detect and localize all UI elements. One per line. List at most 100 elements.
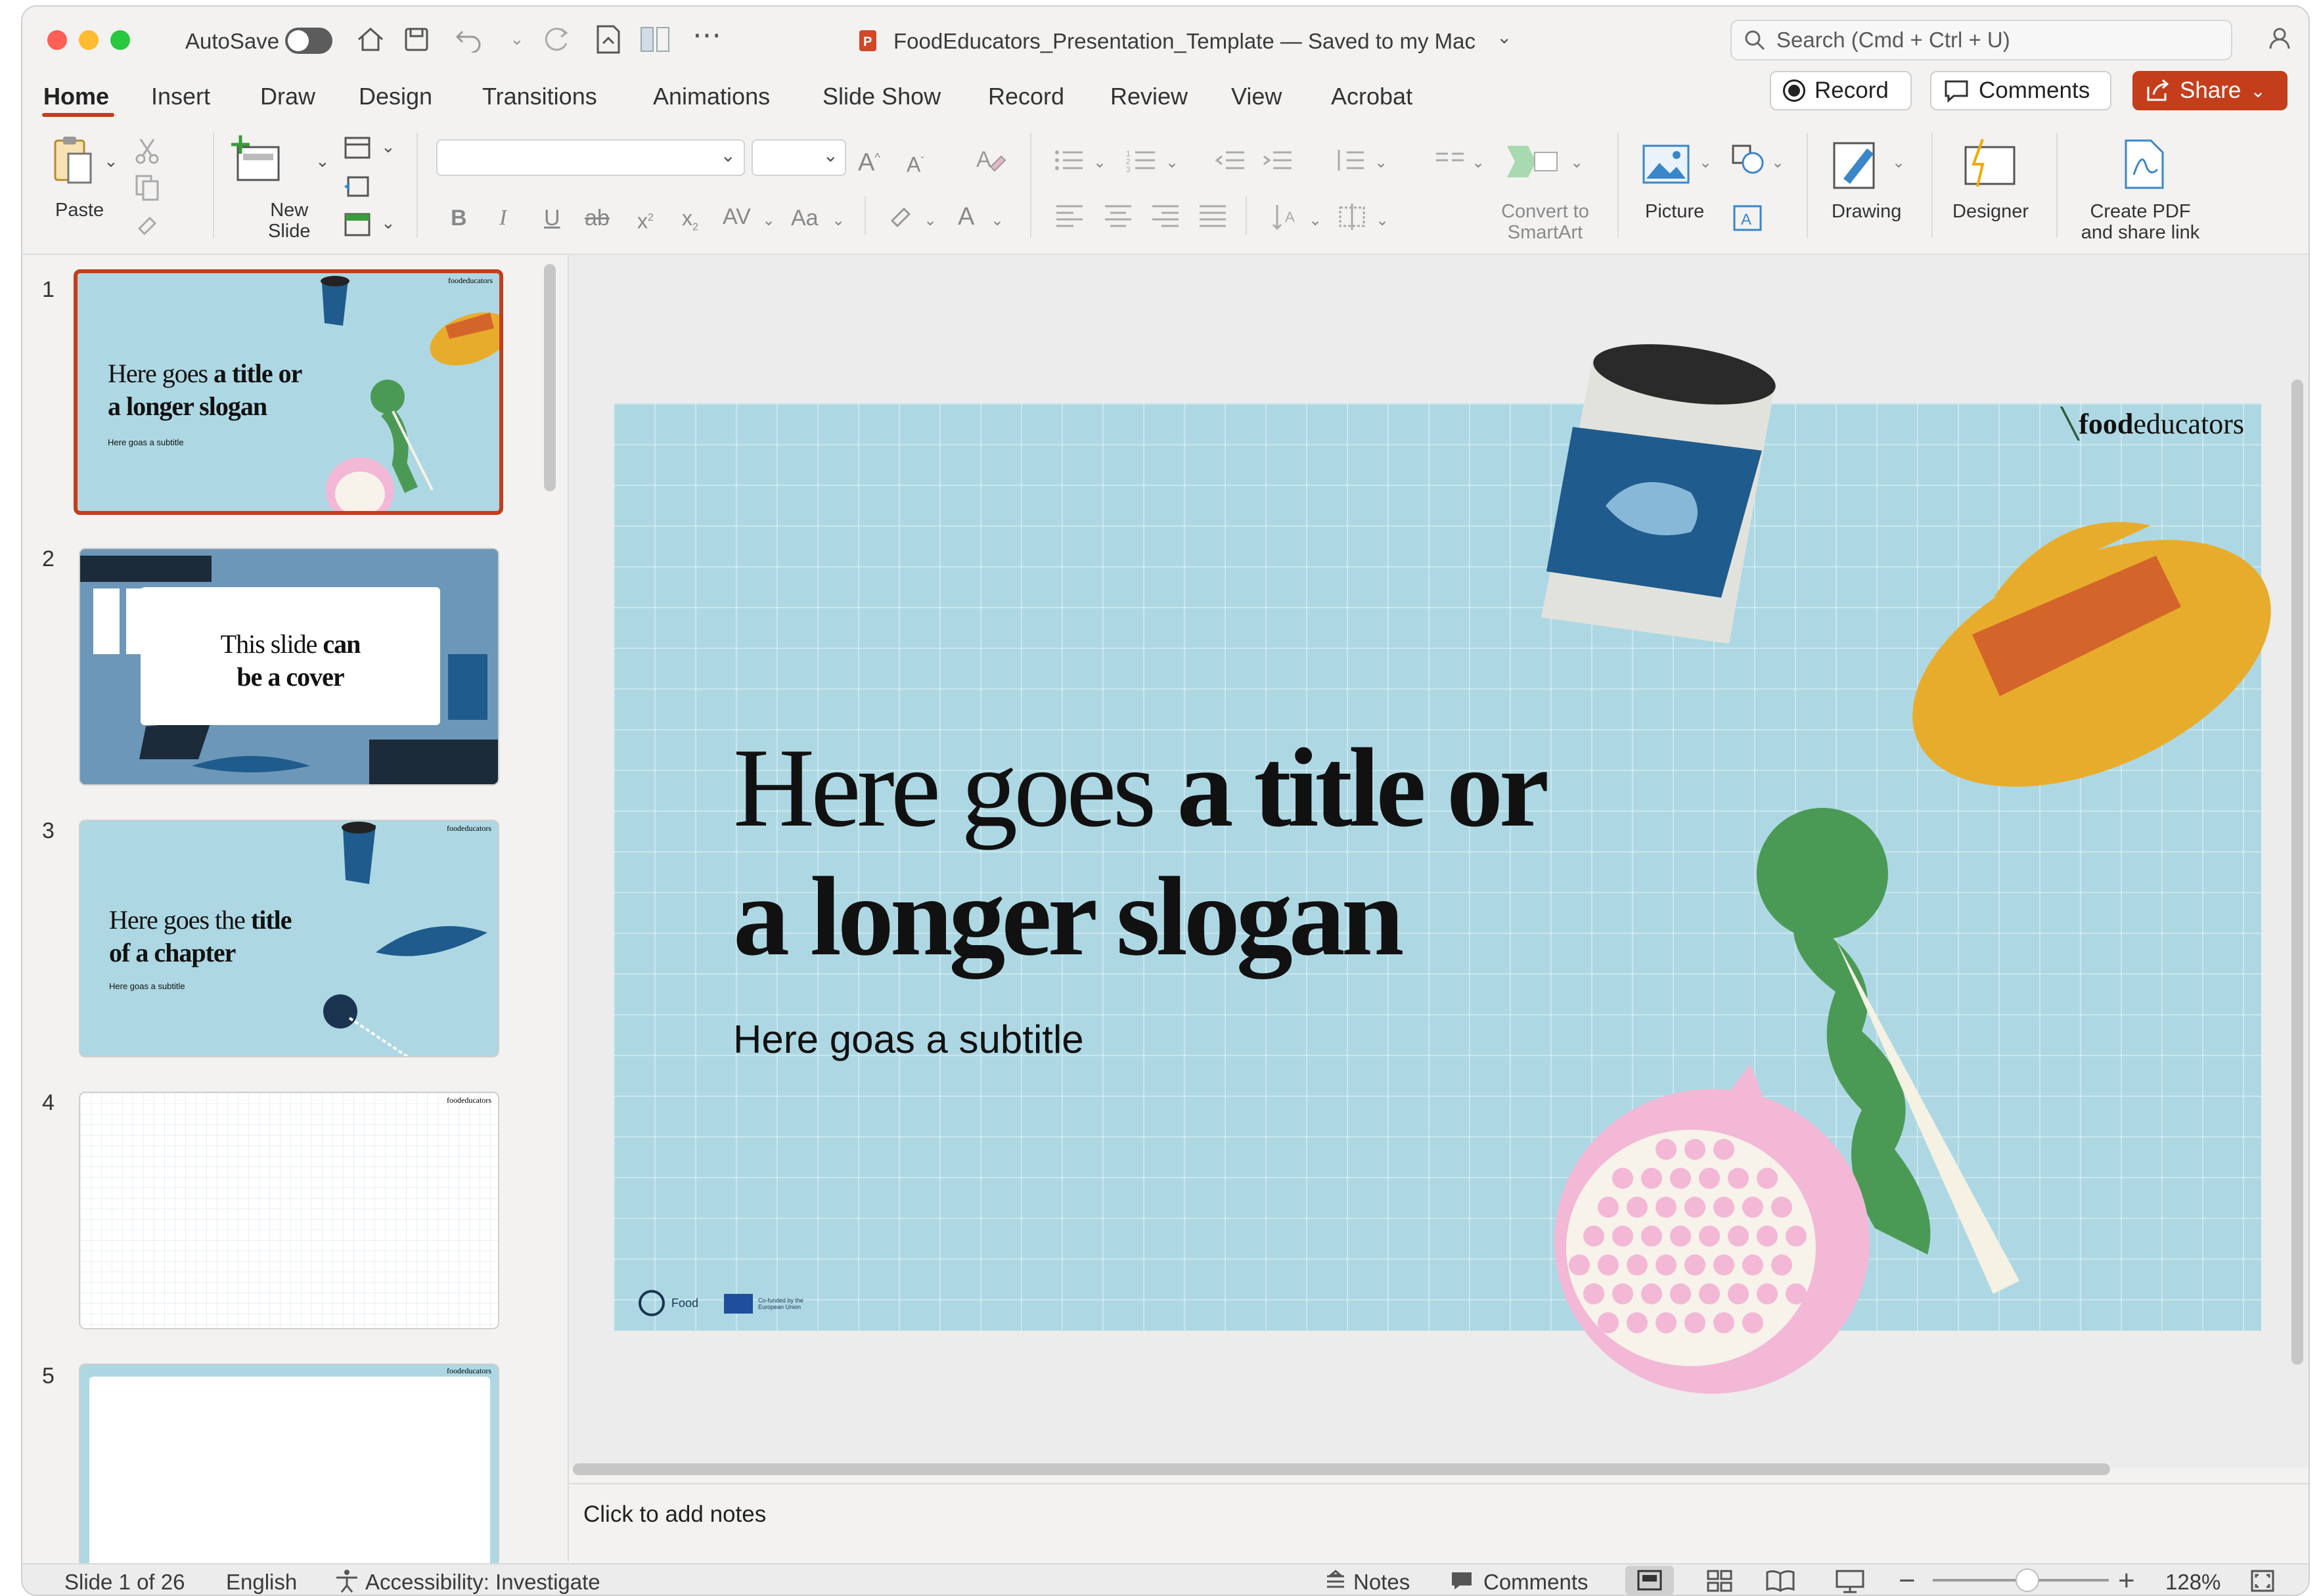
zoom-window-button[interactable]: [110, 30, 130, 50]
chevron-down-icon[interactable]: ⌄: [1771, 150, 1784, 176]
paste-icon[interactable]: [51, 134, 97, 187]
chevron-down-icon[interactable]: ⌄: [832, 208, 845, 234]
character-spacing-button[interactable]: AV: [723, 204, 751, 230]
chevron-down-icon[interactable]: ⌄: [1093, 150, 1106, 176]
font-size-select[interactable]: ⌄: [752, 139, 846, 176]
notes-toggle[interactable]: Notes: [1353, 1570, 1410, 1595]
reading-view-icon[interactable]: [1766, 1570, 1795, 1592]
chevron-down-icon[interactable]: ⌄: [1374, 150, 1387, 176]
chevron-down-icon[interactable]: ⌄: [510, 29, 524, 49]
slide-thumbnail-5[interactable]: foodeducators: [79, 1363, 499, 1567]
font-family-select[interactable]: ⌄: [436, 139, 745, 176]
chevron-down-icon[interactable]: ⌄: [924, 208, 937, 234]
zoom-in-button[interactable]: +: [2118, 1564, 2135, 1595]
highlight-icon[interactable]: [887, 201, 916, 230]
fit-to-window-icon[interactable]: [2249, 1568, 2276, 1593]
accessibility-icon[interactable]: [334, 1568, 360, 1593]
text-direction-icon[interactable]: A: [1271, 202, 1299, 231]
account-icon[interactable]: [2265, 24, 2294, 53]
chevron-down-icon[interactable]: ⌄: [381, 213, 395, 233]
increase-font-size-icon[interactable]: A^: [858, 144, 880, 176]
tab-home[interactable]: Home: [43, 83, 109, 110]
undo-icon[interactable]: [453, 26, 484, 53]
tab-animations[interactable]: Animations: [653, 83, 770, 110]
italic-button[interactable]: I: [499, 205, 507, 231]
format-painter-icon[interactable]: [134, 209, 160, 235]
thumbnail-scrollbar[interactable]: [544, 264, 556, 491]
chevron-down-icon[interactable]: ⌄: [1892, 150, 1905, 176]
tab-transitions[interactable]: Transitions: [482, 83, 597, 110]
clear-formatting-icon[interactable]: A: [975, 144, 1006, 172]
tab-record[interactable]: Record: [988, 83, 1064, 110]
chevron-down-icon[interactable]: ⌄: [1309, 208, 1322, 234]
slide-thumbnail-2[interactable]: foodeducators This slide canbe a cover: [79, 548, 499, 786]
chevron-down-icon[interactable]: ⌄: [991, 208, 1004, 234]
language-indicator[interactable]: English: [226, 1570, 297, 1595]
line-spacing-icon[interactable]: [1335, 147, 1365, 173]
create-pdf-icon[interactable]: [2119, 138, 2169, 190]
more-icon[interactable]: ⋯: [692, 18, 721, 52]
slide-thumbnail-1[interactable]: foodeducators Here goes a title or a long…: [74, 269, 503, 515]
shapes-icon[interactable]: [1730, 143, 1766, 176]
designer-icon[interactable]: [1962, 138, 2018, 190]
save-icon[interactable]: [403, 26, 430, 53]
slide-title[interactable]: Here goes a title or a longer slogan: [733, 724, 1549, 981]
zoom-slider-thumb[interactable]: [2016, 1568, 2039, 1592]
chevron-down-icon[interactable]: ⌄: [762, 208, 775, 234]
chevron-down-icon[interactable]: ⌄: [1472, 150, 1485, 176]
strikethrough-button[interactable]: ab: [585, 205, 610, 231]
tab-review[interactable]: Review: [1110, 83, 1188, 110]
tab-design[interactable]: Design: [359, 83, 432, 110]
notes-icon[interactable]: [1323, 1570, 1348, 1592]
smartart-icon[interactable]: [1506, 143, 1560, 180]
superscript-icon[interactable]: x2: [637, 205, 654, 234]
reset-icon[interactable]: [343, 173, 372, 200]
decrease-indent-icon[interactable]: [1215, 147, 1246, 173]
tab-acrobat[interactable]: Acrobat: [1331, 83, 1412, 110]
comment-icon[interactable]: [1449, 1570, 1474, 1592]
vertical-scrollbar[interactable]: [2291, 380, 2303, 1365]
picture-icon[interactable]: [1641, 143, 1691, 185]
accessibility-status[interactable]: Accessibility: Investigate: [365, 1570, 600, 1595]
font-color-icon[interactable]: A: [958, 204, 974, 230]
slide-subtitle[interactable]: Here goas a subtitle: [733, 1017, 1084, 1062]
subscript-icon[interactable]: x2: [682, 205, 698, 240]
autosave-toggle[interactable]: [285, 28, 332, 54]
search-input[interactable]: Search (Cmd + Ctrl + U): [1730, 20, 2232, 60]
comments-toggle[interactable]: Comments: [1483, 1570, 1589, 1595]
cut-icon[interactable]: [134, 137, 160, 166]
slide-sorter-icon[interactable]: [1707, 1570, 1733, 1592]
slide-thumbnail-3[interactable]: foodeducators Here goes the title of a ch…: [79, 820, 499, 1057]
chevron-down-icon[interactable]: ⌄: [1497, 26, 1512, 48]
home-icon[interactable]: [356, 26, 385, 53]
new-slide-icon[interactable]: [231, 134, 284, 187]
slide-show-icon[interactable]: [1836, 1568, 1864, 1593]
zoom-out-button[interactable]: −: [1899, 1564, 1916, 1595]
align-right-icon[interactable]: [1151, 202, 1180, 229]
zoom-level[interactable]: 128%: [2165, 1570, 2220, 1595]
increase-indent-icon[interactable]: [1263, 147, 1293, 173]
chevron-down-icon[interactable]: ⌄: [1165, 150, 1179, 176]
section-icon[interactable]: [343, 211, 372, 238]
drawing-icon[interactable]: [1830, 139, 1883, 192]
tab-insert[interactable]: Insert: [151, 83, 210, 110]
slide-size-icon[interactable]: [639, 24, 671, 55]
notes-pane[interactable]: Click to add notes: [569, 1483, 2309, 1563]
align-left-icon[interactable]: [1055, 202, 1084, 229]
minimize-window-button[interactable]: [79, 30, 99, 50]
comments-button[interactable]: Comments: [1930, 71, 2111, 110]
present-from-file-icon[interactable]: [594, 24, 623, 55]
decrease-font-size-icon[interactable]: Aˇ: [907, 148, 924, 178]
tab-slide-show[interactable]: Slide Show: [822, 83, 941, 110]
horizontal-scrollbar[interactable]: [573, 1463, 2110, 1475]
underline-button[interactable]: U: [544, 205, 560, 231]
chevron-down-icon[interactable]: ⌄: [104, 151, 118, 171]
redo-icon[interactable]: [541, 26, 570, 53]
bullets-icon[interactable]: [1054, 147, 1084, 173]
close-window-button[interactable]: [47, 30, 67, 50]
chevron-down-icon[interactable]: ⌄: [1699, 150, 1712, 176]
record-button[interactable]: Record: [1770, 71, 1912, 110]
normal-view-button[interactable]: [1625, 1566, 1674, 1595]
columns-icon[interactable]: [1435, 147, 1465, 173]
chevron-down-icon[interactable]: ⌄: [315, 151, 330, 171]
